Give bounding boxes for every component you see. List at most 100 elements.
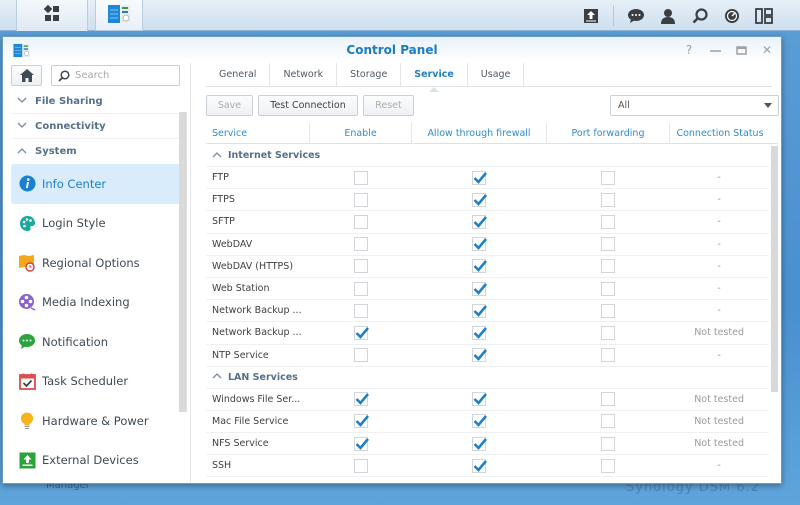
search-icon[interactable] bbox=[690, 6, 710, 26]
sidebar-item-hardware-power[interactable]: Hardware & Power bbox=[11, 401, 181, 441]
chat-icon[interactable] bbox=[626, 6, 646, 26]
port-forwarding-checkbox[interactable] bbox=[600, 392, 615, 407]
firewall-checkbox[interactable] bbox=[472, 414, 488, 429]
save-button[interactable]: Save bbox=[206, 95, 253, 116]
sidebar-search[interactable] bbox=[51, 65, 180, 86]
nav-group-system[interactable]: System bbox=[11, 139, 181, 164]
table-row[interactable]: FTP - bbox=[206, 167, 769, 190]
nav-group-connectivity[interactable]: Connectivity bbox=[11, 114, 181, 139]
firewall-checkbox[interactable] bbox=[472, 259, 488, 274]
firewall-checkbox[interactable] bbox=[472, 325, 488, 340]
window-titlebar[interactable]: Control Panel ? ✕ bbox=[3, 37, 781, 63]
user-icon[interactable] bbox=[658, 6, 678, 26]
port-forwarding-checkbox[interactable] bbox=[600, 259, 615, 274]
grid-scrollbar[interactable] bbox=[771, 146, 778, 392]
enable-checkbox[interactable] bbox=[353, 436, 369, 451]
port-forwarding-checkbox[interactable] bbox=[600, 303, 615, 318]
grid-group-row[interactable]: LAN Services bbox=[206, 367, 769, 389]
sidebar-scrollbar[interactable] bbox=[179, 112, 187, 412]
sidebar-item-regional-options[interactable]: Regional Options bbox=[11, 243, 181, 283]
sidebar-item-external-devices[interactable]: External Devices bbox=[11, 441, 181, 481]
nav-group-label: System bbox=[35, 146, 77, 157]
firewall-checkbox[interactable] bbox=[472, 170, 488, 185]
tab-service[interactable]: Service bbox=[401, 63, 468, 92]
enable-checkbox[interactable] bbox=[353, 170, 368, 185]
sidebar-item-notification[interactable]: Notification bbox=[11, 322, 181, 362]
enable-checkbox[interactable] bbox=[353, 259, 368, 274]
table-row[interactable]: Windows File Ser... Not tested bbox=[206, 389, 769, 411]
firewall-checkbox[interactable] bbox=[472, 303, 488, 318]
firewall-checkbox[interactable] bbox=[472, 214, 488, 229]
nav-group-file-sharing[interactable]: File Sharing bbox=[11, 89, 181, 114]
reset-button[interactable]: Reset bbox=[363, 95, 414, 116]
port-forwarding-checkbox[interactable] bbox=[600, 325, 615, 340]
dashboard-icon[interactable] bbox=[722, 6, 742, 26]
enable-checkbox[interactable] bbox=[353, 414, 369, 429]
table-row[interactable]: NFS Service Not tested bbox=[206, 433, 769, 456]
test-connection-button[interactable]: Test Connection bbox=[258, 95, 358, 116]
close-button[interactable]: ✕ bbox=[759, 42, 775, 58]
port-forwarding-checkbox[interactable] bbox=[600, 170, 615, 185]
enable-cell bbox=[310, 189, 412, 210]
minimize-button[interactable] bbox=[707, 42, 723, 58]
maximize-button[interactable] bbox=[733, 42, 749, 58]
sidebar-item-login-style[interactable]: Login Style bbox=[11, 204, 181, 244]
firewall-checkbox[interactable] bbox=[472, 281, 488, 296]
enable-checkbox[interactable] bbox=[353, 281, 368, 296]
table-row[interactable]: SSH - bbox=[206, 455, 769, 478]
enable-checkbox[interactable] bbox=[353, 392, 369, 407]
table-row[interactable]: Web Station - bbox=[206, 278, 769, 301]
column-header-port-forwarding[interactable]: Port forwarding bbox=[547, 123, 670, 144]
column-header-enable[interactable]: Enable bbox=[310, 123, 412, 144]
port-forwarding-checkbox[interactable] bbox=[600, 436, 615, 451]
enable-checkbox[interactable] bbox=[353, 325, 369, 340]
column-header-connection-status[interactable]: Connection Status bbox=[670, 123, 770, 144]
table-row[interactable]: Network Backup ... - bbox=[206, 300, 769, 323]
sidebar-item-info-center[interactable]: Info Center bbox=[11, 164, 181, 204]
column-header-firewall[interactable]: Allow through firewall bbox=[412, 123, 547, 144]
firewall-checkbox[interactable] bbox=[472, 348, 488, 363]
help-button[interactable]: ? bbox=[681, 42, 697, 58]
enable-checkbox[interactable] bbox=[353, 458, 368, 473]
upload-icon[interactable] bbox=[581, 6, 601, 26]
port-forwarding-checkbox[interactable] bbox=[600, 458, 615, 473]
port-forwarding-checkbox[interactable] bbox=[600, 237, 615, 252]
port-forwarding-checkbox[interactable] bbox=[600, 192, 615, 207]
port-forwarding-checkbox[interactable] bbox=[600, 281, 615, 296]
table-row[interactable]: SFTP - bbox=[206, 211, 769, 234]
firewall-checkbox[interactable] bbox=[472, 436, 488, 451]
table-row[interactable]: Mac File Service Not tested bbox=[206, 411, 769, 434]
firewall-checkbox[interactable] bbox=[472, 237, 488, 252]
sidebar-item-task-scheduler[interactable]: Task Scheduler bbox=[11, 362, 181, 402]
column-header-service[interactable]: Service bbox=[206, 123, 310, 144]
enable-checkbox[interactable] bbox=[353, 348, 368, 363]
enable-checkbox[interactable] bbox=[353, 303, 368, 318]
enable-checkbox[interactable] bbox=[353, 192, 368, 207]
sidebar-item-media-indexing[interactable]: Media Indexing bbox=[11, 283, 181, 323]
grid-group-row[interactable]: Internet Services bbox=[206, 145, 769, 167]
search-input[interactable] bbox=[75, 70, 175, 81]
port-forwarding-checkbox[interactable] bbox=[600, 214, 615, 229]
table-row[interactable]: NTP Service - bbox=[206, 345, 769, 367]
tab-general[interactable]: General bbox=[206, 63, 271, 86]
firewall-checkbox[interactable] bbox=[472, 458, 488, 473]
table-row[interactable]: FTPS - bbox=[206, 189, 769, 212]
table-row[interactable]: Network Backup ... Not tested bbox=[206, 322, 769, 345]
firewall-checkbox[interactable] bbox=[472, 192, 488, 207]
filter-select[interactable]: All bbox=[610, 95, 779, 116]
port-forwarding-checkbox[interactable] bbox=[600, 348, 615, 363]
enable-checkbox[interactable] bbox=[353, 214, 368, 229]
tab-storage[interactable]: Storage bbox=[337, 63, 402, 86]
tab-usage[interactable]: Usage bbox=[468, 63, 525, 86]
main-menu-button[interactable] bbox=[16, 0, 88, 31]
enable-checkbox[interactable] bbox=[353, 237, 368, 252]
port-forwarding-checkbox[interactable] bbox=[600, 414, 615, 429]
tab-network[interactable]: Network bbox=[270, 63, 338, 86]
firewall-checkbox[interactable] bbox=[472, 392, 488, 407]
control-panel-taskbar-button[interactable] bbox=[95, 0, 143, 31]
table-row[interactable]: WebDAV (HTTPS) - bbox=[206, 256, 769, 278]
service-name: Mac File Service bbox=[212, 415, 289, 427]
table-row[interactable]: WebDAV - bbox=[206, 234, 769, 256]
home-button[interactable] bbox=[11, 65, 42, 86]
widgets-icon[interactable] bbox=[754, 6, 774, 26]
